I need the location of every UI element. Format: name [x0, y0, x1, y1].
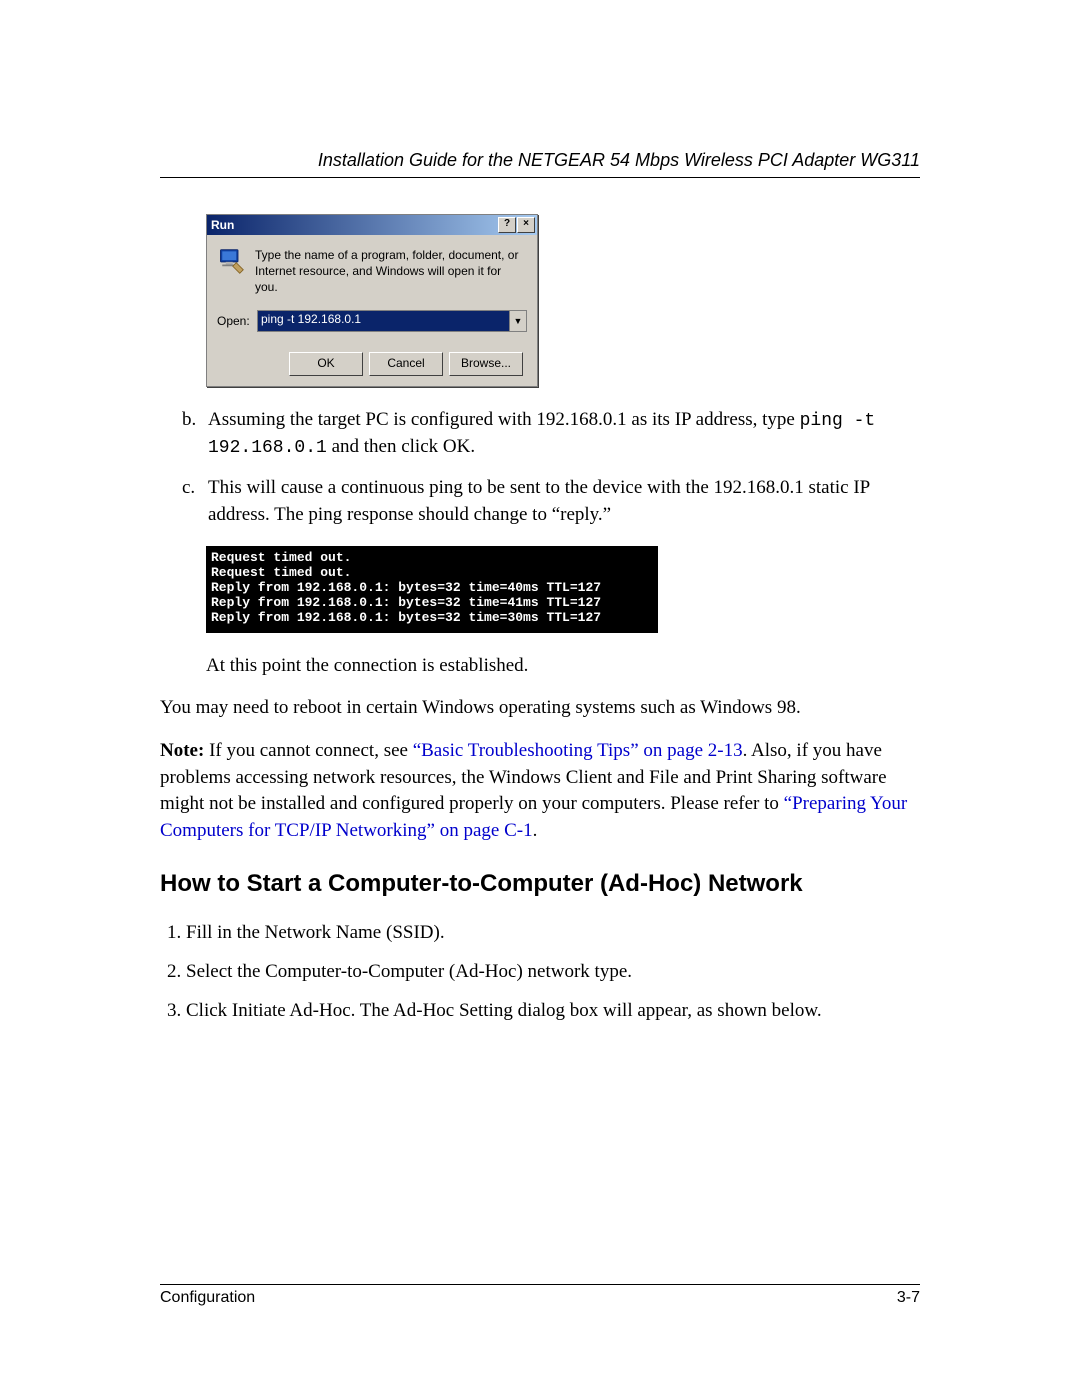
open-combobox[interactable]: ping -t 192.168.0.1 ▼ [257, 310, 527, 332]
para-reboot: You may need to reboot in certain Window… [160, 695, 920, 722]
page-footer: Configuration 3-7 [160, 1284, 920, 1307]
ok-button[interactable]: OK [289, 352, 363, 376]
para-established: At this point the connection is establis… [206, 653, 920, 680]
header-rule [160, 177, 920, 178]
run-titlebar: Run ? × [207, 215, 537, 235]
step-b: b. Assuming the target PC is configured … [182, 407, 920, 461]
note-label: Note: [160, 740, 204, 761]
step-b-text: Assuming the target PC is configured wit… [208, 407, 920, 461]
footer-rule [160, 1284, 920, 1285]
footer-pagenum: 3-7 [897, 1289, 920, 1307]
run-description: Type the name of a program, folder, docu… [255, 247, 527, 296]
console-output: Request timed out. Request timed out. Re… [206, 546, 658, 633]
list-item: Select the Computer-to-Computer (Ad-Hoc)… [186, 959, 920, 986]
adhoc-steps-list: Fill in the Network Name (SSID). Select … [160, 920, 920, 1024]
run-dialog: Run ? × Type the name of a program, fold [206, 214, 538, 387]
open-input[interactable]: ping -t 192.168.0.1 [258, 311, 509, 331]
note-paragraph: Note: If you cannot connect, see “Basic … [160, 738, 920, 844]
cancel-button[interactable]: Cancel [369, 352, 443, 376]
step-c: c. This will cause a continuous ping to … [182, 475, 920, 528]
section-heading-adhoc: How to Start a Computer-to-Computer (Ad-… [160, 870, 920, 898]
step-c-text: This will cause a continuous ping to be … [208, 475, 920, 528]
help-button[interactable]: ? [498, 217, 516, 233]
browse-button[interactable]: Browse... [449, 352, 523, 376]
open-label: Open: [217, 314, 249, 328]
page-header-title: Installation Guide for the NETGEAR 54 Mb… [160, 150, 920, 171]
run-icon [217, 247, 245, 275]
run-title: Run [211, 218, 234, 232]
close-button[interactable]: × [517, 217, 535, 233]
list-item: Fill in the Network Name (SSID). [186, 920, 920, 947]
step-marker: c. [182, 475, 208, 528]
step-marker: b. [182, 407, 208, 461]
list-item: Click Initiate Ad-Hoc. The Ad-Hoc Settin… [186, 998, 920, 1025]
link-troubleshooting[interactable]: “Basic Troubleshooting Tips” on page 2-1… [413, 740, 743, 761]
footer-section: Configuration [160, 1289, 255, 1307]
chevron-down-icon[interactable]: ▼ [509, 311, 526, 331]
